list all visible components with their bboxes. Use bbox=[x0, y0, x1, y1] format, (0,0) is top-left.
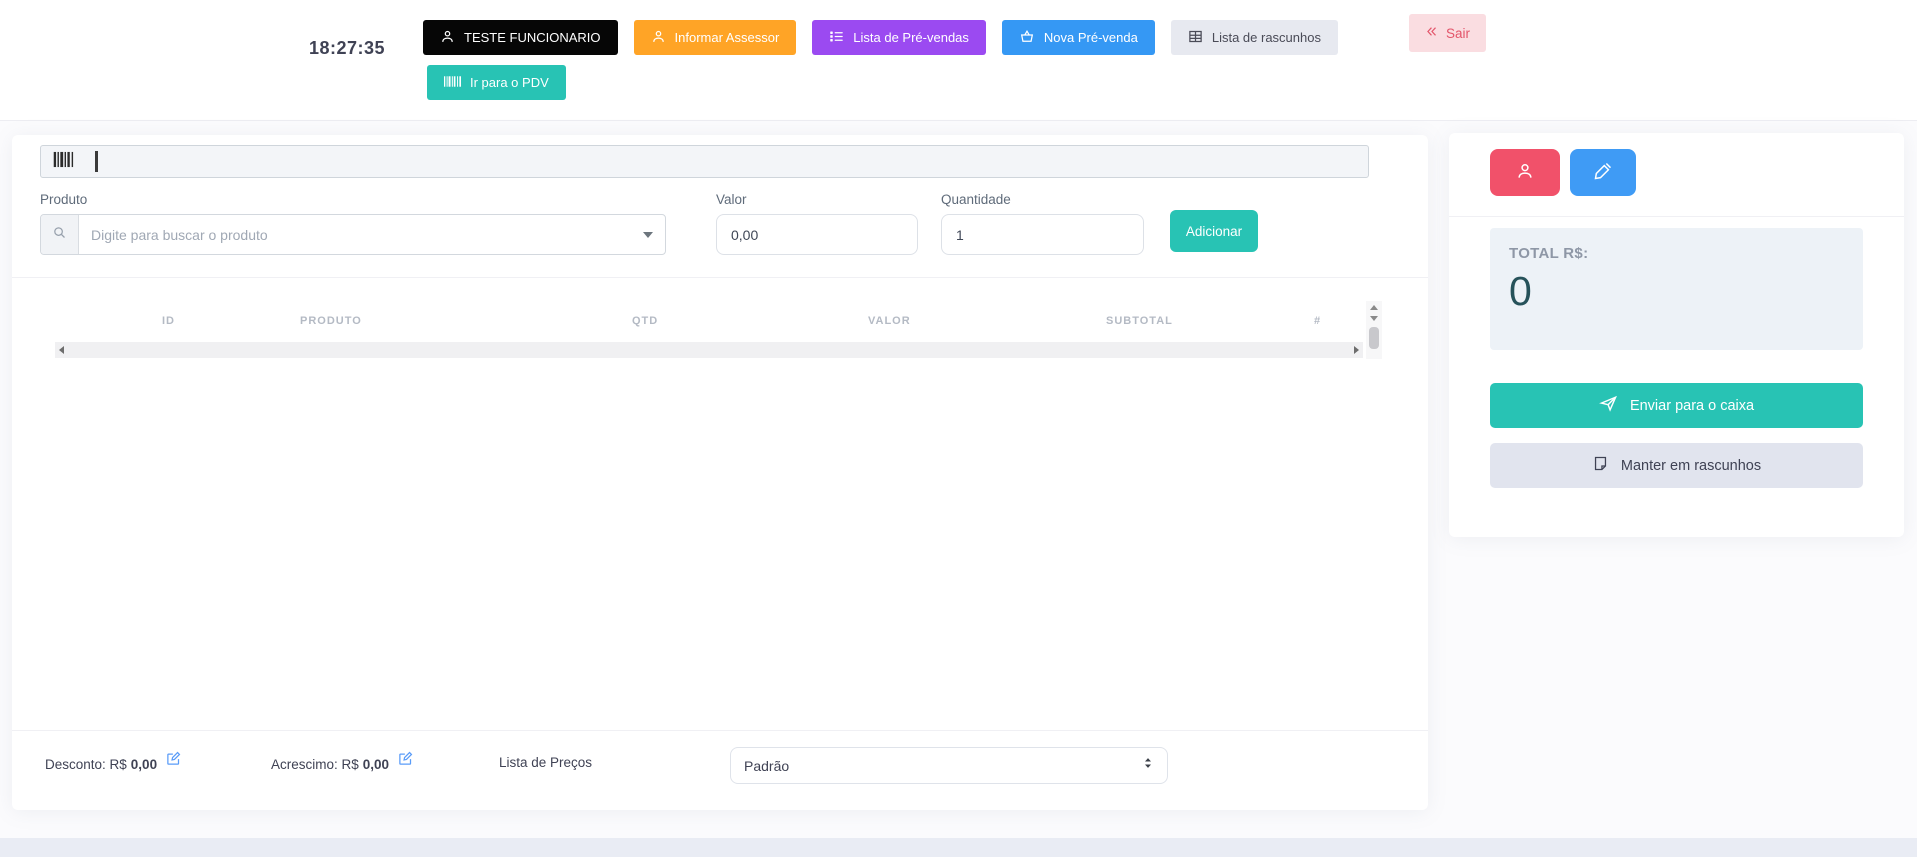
inform-advisor-button[interactable]: Informar Assessor bbox=[633, 20, 797, 55]
employee-button[interactable]: TESTE FUNCIONARIO bbox=[423, 20, 618, 55]
person-icon bbox=[651, 29, 666, 47]
note-icon bbox=[1592, 455, 1609, 476]
table-footer-divider bbox=[12, 730, 1428, 731]
quantity-label: Quantidade bbox=[941, 192, 1011, 207]
edit-square-icon[interactable] bbox=[398, 751, 413, 769]
addition-value: 0,00 bbox=[362, 756, 390, 772]
discount-label: Desconto: R$ bbox=[45, 756, 127, 772]
new-presale-button[interactable]: Nova Pré-venda bbox=[1001, 20, 1155, 55]
product-label: Produto bbox=[40, 192, 88, 207]
column-header-subtotal: SUBTOTAL bbox=[1106, 315, 1173, 327]
total-value: 0 bbox=[1509, 268, 1532, 314]
quantity-input[interactable] bbox=[941, 214, 1144, 255]
send-to-cashier-button[interactable]: Enviar para o caixa bbox=[1490, 383, 1863, 428]
send-icon bbox=[1599, 394, 1618, 417]
scroll-down-arrow[interactable] bbox=[1370, 316, 1378, 321]
price-list-selected-value: Padrão bbox=[744, 757, 790, 774]
caret-down-icon[interactable] bbox=[643, 215, 665, 254]
exit-button[interactable]: Sair bbox=[1409, 14, 1486, 52]
drafts-list-button[interactable]: Lista de rascunhos bbox=[1170, 20, 1338, 55]
new-presale-label: Nova Pré-venda bbox=[1043, 30, 1138, 45]
table-vertical-scrollbar[interactable] bbox=[1366, 301, 1382, 359]
price-list-select[interactable]: Padrão bbox=[730, 747, 1168, 784]
addition-label: Acrescimo: R$ bbox=[271, 756, 359, 772]
drafts-list-label: Lista de rascunhos bbox=[1211, 30, 1321, 45]
presale-list-label: Lista de Pré-vendas bbox=[853, 30, 969, 45]
scroll-up-arrow[interactable] bbox=[1370, 305, 1378, 310]
up-down-icon bbox=[1142, 756, 1154, 775]
total-label: TOTAL R$: bbox=[1509, 245, 1589, 262]
product-search-select[interactable] bbox=[40, 214, 666, 255]
person-icon bbox=[1515, 161, 1535, 184]
list-icon bbox=[829, 29, 844, 47]
table-icon bbox=[1188, 29, 1203, 47]
search-icon bbox=[52, 225, 67, 245]
barcode-icon bbox=[444, 75, 461, 91]
table-horizontal-scrollbar[interactable] bbox=[55, 342, 1363, 358]
text-caret bbox=[95, 151, 98, 172]
go-to-pdv-label: Ir para o PDV bbox=[470, 75, 549, 90]
discount-value: 0,00 bbox=[130, 756, 158, 772]
header-buttons-row2: Ir para o PDV bbox=[427, 65, 566, 100]
bottom-bar bbox=[0, 838, 1917, 857]
pen-icon bbox=[1593, 161, 1613, 184]
header-buttons-row: TESTE FUNCIONARIO Informar Assessor List… bbox=[423, 20, 1338, 55]
column-header-valor: VALOR bbox=[868, 315, 911, 327]
basket-icon bbox=[1019, 29, 1035, 47]
scroll-left-arrow[interactable] bbox=[59, 346, 64, 354]
column-header-produto: PRODUTO bbox=[300, 315, 362, 327]
value-label: Valor bbox=[716, 192, 747, 207]
barcode-input[interactable] bbox=[40, 145, 1369, 178]
column-header-id: ID bbox=[162, 315, 175, 327]
customer-button[interactable] bbox=[1490, 149, 1560, 196]
send-to-cashier-label: Enviar para o caixa bbox=[1629, 397, 1755, 414]
inform-advisor-label: Informar Assessor bbox=[674, 30, 780, 45]
keep-in-drafts-label: Manter em rascunhos bbox=[1620, 457, 1762, 474]
top-header: 18:27:35 TESTE FUNCIONARIO Informar Asse… bbox=[0, 0, 1917, 121]
presale-panel: Produto Valor Quantidade Adicionar ID PR… bbox=[12, 135, 1428, 810]
chevrons-left-icon bbox=[1425, 25, 1439, 41]
addition-display: Acrescimo: R$ 0,00 bbox=[271, 751, 413, 773]
person-icon bbox=[440, 29, 455, 47]
column-header-actions: # bbox=[1314, 315, 1322, 327]
annotation-button[interactable] bbox=[1570, 149, 1636, 196]
keep-in-drafts-button[interactable]: Manter em rascunhos bbox=[1490, 443, 1863, 488]
value-input[interactable] bbox=[716, 214, 918, 255]
checkout-divider bbox=[1449, 216, 1904, 217]
add-product-button[interactable]: Adicionar bbox=[1170, 210, 1258, 252]
price-list-label: Lista de Preços bbox=[499, 755, 593, 770]
column-header-qtd: QTD bbox=[632, 315, 659, 327]
clock: 18:27:35 bbox=[309, 38, 386, 58]
scrollbar-thumb[interactable] bbox=[1369, 327, 1379, 349]
form-table-divider bbox=[12, 277, 1428, 278]
exit-label: Sair bbox=[1445, 25, 1470, 41]
discount-display: Desconto: R$ 0,00 bbox=[45, 751, 181, 773]
go-to-pdv-button[interactable]: Ir para o PDV bbox=[427, 65, 566, 100]
scroll-right-arrow[interactable] bbox=[1354, 346, 1359, 354]
edit-square-icon[interactable] bbox=[166, 751, 181, 769]
product-search-input[interactable] bbox=[79, 215, 643, 254]
barcode-icon bbox=[53, 151, 79, 173]
presale-list-button[interactable]: Lista de Pré-vendas bbox=[812, 20, 986, 55]
checkout-panel: TOTAL R$: 0 Enviar para o caixa Manter e… bbox=[1449, 133, 1904, 537]
employee-button-label: TESTE FUNCIONARIO bbox=[464, 30, 601, 45]
search-addon bbox=[41, 215, 79, 254]
total-panel: TOTAL R$: 0 bbox=[1490, 228, 1863, 350]
